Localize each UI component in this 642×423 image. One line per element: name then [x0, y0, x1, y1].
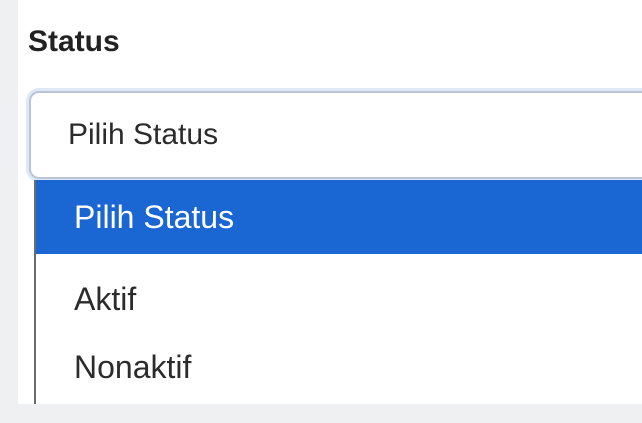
status-label: Status — [28, 25, 120, 58]
option-aktif[interactable]: Aktif — [36, 262, 642, 336]
status-select[interactable]: Pilih Status — [29, 91, 642, 179]
status-dropdown-list: Pilih Status Aktif Nonaktif — [34, 180, 642, 404]
option-pilih-status[interactable]: Pilih Status — [36, 180, 642, 254]
status-select-value: Pilih Status — [68, 118, 219, 151]
page-bottom-strip — [0, 404, 642, 423]
page-gutter — [0, 0, 18, 423]
option-nonaktif[interactable]: Nonaktif — [36, 330, 642, 404]
